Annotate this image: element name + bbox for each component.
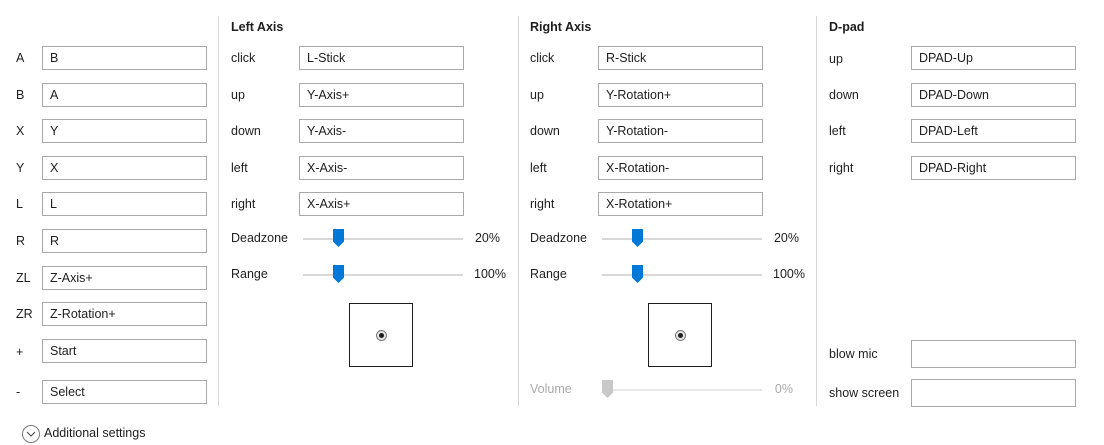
button-plus-mapping-field[interactable]: Start: [42, 339, 207, 363]
dpad-title: D-pad: [829, 20, 865, 34]
button-a-mapping-field[interactable]: B: [42, 46, 207, 70]
right-axis-up-field[interactable]: Y-Rotation+: [598, 83, 763, 107]
column-divider: [218, 16, 219, 406]
column-divider: [816, 16, 817, 406]
button-label-r: R: [16, 234, 26, 248]
slider-thumb[interactable]: [333, 229, 344, 247]
left-axis-label-up: up: [231, 88, 245, 102]
volume-label: Volume: [530, 382, 572, 396]
left-deadzone-value: 20%: [474, 231, 500, 245]
right-deadzone-slider[interactable]: [602, 229, 762, 249]
left-axis-title: Left Axis: [231, 20, 284, 34]
volume-value: 0%: [774, 382, 793, 396]
right-axis-label-right: right: [530, 197, 555, 211]
left-deadzone-slider[interactable]: [303, 229, 463, 249]
right-range-label: Range: [530, 267, 567, 281]
dpad-label-down: down: [829, 88, 859, 102]
slider-thumb[interactable]: [602, 380, 613, 398]
right-axis-title: Right Axis: [530, 20, 592, 34]
button-label-zl: ZL: [16, 271, 31, 285]
button-label-a: A: [16, 51, 25, 65]
button-label-zr: ZR: [16, 307, 33, 321]
button-label-y: Y: [16, 161, 25, 175]
left-axis-left-field[interactable]: X-Axis-: [299, 156, 464, 180]
dpad-down-field[interactable]: DPAD-Down: [911, 83, 1076, 107]
dpad-label-left: left: [829, 124, 846, 138]
button-label-plus: +: [16, 345, 24, 359]
dpad-up-field[interactable]: DPAD-Up: [911, 46, 1076, 70]
button-b-mapping-field[interactable]: A: [42, 83, 207, 107]
left-range-slider[interactable]: [303, 265, 463, 285]
left-stick-position-dot: [376, 330, 387, 341]
button-x-mapping-field[interactable]: Y: [42, 119, 207, 143]
show-screen-label: show screen: [829, 386, 900, 400]
slider-track: [303, 238, 463, 240]
right-axis-label-left: left: [530, 161, 547, 175]
left-stick-preview: [349, 303, 413, 367]
left-axis-label-click: click: [231, 51, 256, 65]
right-axis-right-field[interactable]: X-Rotation+: [598, 192, 763, 216]
left-axis-down-field[interactable]: Y-Axis-: [299, 119, 464, 143]
right-stick-preview: [648, 303, 712, 367]
blow-mic-label: blow mic: [829, 347, 878, 361]
button-l-mapping-field[interactable]: L: [42, 192, 207, 216]
additional-settings-label[interactable]: Additional settings: [44, 426, 145, 440]
right-range-value: 100%: [773, 267, 805, 281]
column-divider: [518, 16, 519, 406]
slider-track: [303, 274, 463, 276]
button-label-l: L: [16, 197, 23, 211]
left-deadzone-label: Deadzone: [231, 231, 288, 245]
left-axis-label-left: left: [231, 161, 248, 175]
right-axis-label-click: click: [530, 51, 555, 65]
button-minus-mapping-field[interactable]: Select: [42, 380, 207, 404]
button-zr-mapping-field[interactable]: Z-Rotation+: [42, 302, 207, 326]
slider-track: [602, 274, 762, 276]
left-axis-right-field[interactable]: X-Axis+: [299, 192, 464, 216]
left-axis-click-field[interactable]: L-Stick: [299, 46, 464, 70]
right-deadzone-value: 20%: [773, 231, 799, 245]
blow-mic-field[interactable]: [911, 340, 1076, 368]
left-axis-label-down: down: [231, 124, 261, 138]
dpad-label-right: right: [829, 161, 854, 175]
slider-thumb[interactable]: [632, 265, 643, 283]
right-deadzone-label: Deadzone: [530, 231, 587, 245]
left-range-label: Range: [231, 267, 268, 281]
slider-track: [602, 238, 762, 240]
button-zl-mapping-field[interactable]: Z-Axis+: [42, 266, 207, 290]
show-screen-field[interactable]: [911, 379, 1076, 407]
button-label-b: B: [16, 88, 25, 102]
button-label-x: X: [16, 124, 25, 138]
chevron-down-icon[interactable]: [22, 425, 40, 443]
right-axis-down-field[interactable]: Y-Rotation-: [598, 119, 763, 143]
volume-slider[interactable]: [602, 380, 762, 400]
left-axis-label-right: right: [231, 197, 256, 211]
button-y-mapping-field[interactable]: X: [42, 156, 207, 180]
left-axis-up-field[interactable]: Y-Axis+: [299, 83, 464, 107]
slider-track: [602, 389, 762, 391]
dpad-right-field[interactable]: DPAD-Right: [911, 156, 1076, 180]
right-axis-click-field[interactable]: R-Stick: [598, 46, 763, 70]
button-r-mapping-field[interactable]: R: [42, 229, 207, 253]
right-axis-label-down: down: [530, 124, 560, 138]
button-label-minus: -: [16, 385, 21, 399]
dpad-left-field[interactable]: DPAD-Left: [911, 119, 1076, 143]
left-range-value: 100%: [474, 267, 506, 281]
dpad-label-up: up: [829, 52, 843, 66]
right-stick-position-dot: [675, 330, 686, 341]
right-axis-label-up: up: [530, 88, 544, 102]
slider-thumb[interactable]: [632, 229, 643, 247]
right-range-slider[interactable]: [602, 265, 762, 285]
slider-thumb[interactable]: [333, 265, 344, 283]
right-axis-left-field[interactable]: X-Rotation-: [598, 156, 763, 180]
